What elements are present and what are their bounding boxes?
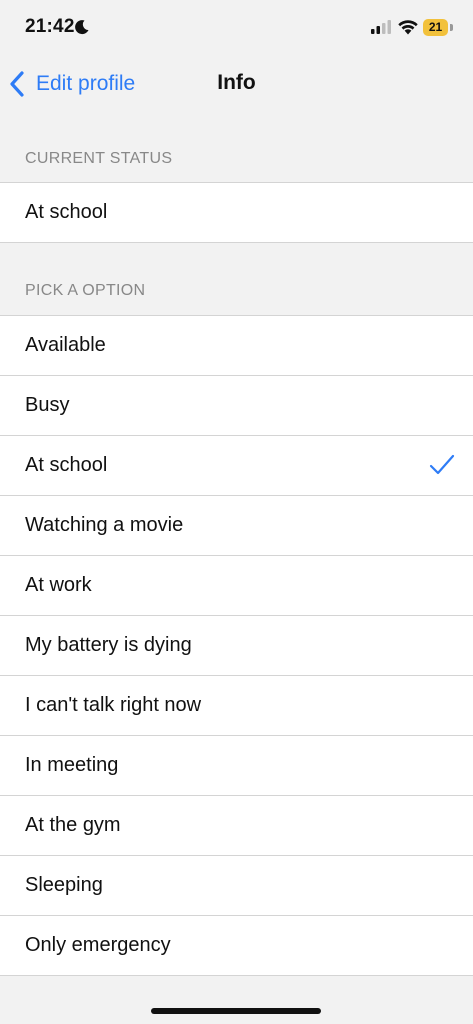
battery-level: 21	[428, 20, 443, 34]
wifi-icon	[398, 20, 418, 35]
option-label: Sleeping	[25, 874, 103, 896]
status-bar: 21:42 21	[0, 0, 473, 56]
option-at-school[interactable]: At school	[0, 435, 473, 495]
battery-cap	[450, 24, 453, 31]
option-label: At school	[25, 454, 108, 476]
options-list: Available Busy At school Watching a movi…	[0, 315, 473, 976]
option-in-meeting[interactable]: In meeting	[0, 735, 473, 795]
back-button[interactable]: Edit profile	[8, 67, 135, 101]
current-status-value: At school	[25, 201, 108, 223]
option-cant-talk[interactable]: I can't talk right now	[0, 675, 473, 735]
status-time: 21:42	[25, 16, 75, 37]
current-status-group: At school	[0, 182, 473, 243]
option-watching-a-movie[interactable]: Watching a movie	[0, 495, 473, 555]
checkmark-icon	[429, 454, 455, 475]
option-at-work[interactable]: At work	[0, 555, 473, 615]
option-label: My battery is dying	[25, 634, 192, 656]
option-label: In meeting	[25, 754, 119, 776]
option-only-emergency[interactable]: Only emergency	[0, 915, 473, 975]
chevron-left-icon	[10, 71, 24, 97]
nav-bar: Info Edit profile	[0, 56, 473, 112]
current-status-row[interactable]: At school	[0, 183, 473, 242]
option-label: Watching a movie	[25, 514, 184, 536]
section-header-pick-option: PICK A OPTION	[25, 282, 146, 299]
option-at-the-gym[interactable]: At the gym	[0, 795, 473, 855]
option-available[interactable]: Available	[0, 316, 473, 375]
option-label: At the gym	[25, 814, 121, 836]
option-busy[interactable]: Busy	[0, 375, 473, 435]
option-label: Busy	[25, 394, 70, 416]
back-button-label: Edit profile	[36, 72, 136, 95]
signal-icon	[371, 20, 391, 34]
option-battery-dying[interactable]: My battery is dying	[0, 615, 473, 675]
option-label: At work	[25, 574, 92, 596]
option-label: I can't talk right now	[25, 694, 202, 716]
battery-icon: 21	[423, 19, 448, 36]
section-header-current-status: CURRENT STATUS	[25, 150, 173, 167]
option-label: Only emergency	[25, 934, 171, 956]
option-label: Available	[25, 334, 106, 356]
option-sleeping[interactable]: Sleeping	[0, 855, 473, 915]
moon-icon	[75, 20, 89, 35]
home-indicator[interactable]	[151, 1008, 321, 1014]
